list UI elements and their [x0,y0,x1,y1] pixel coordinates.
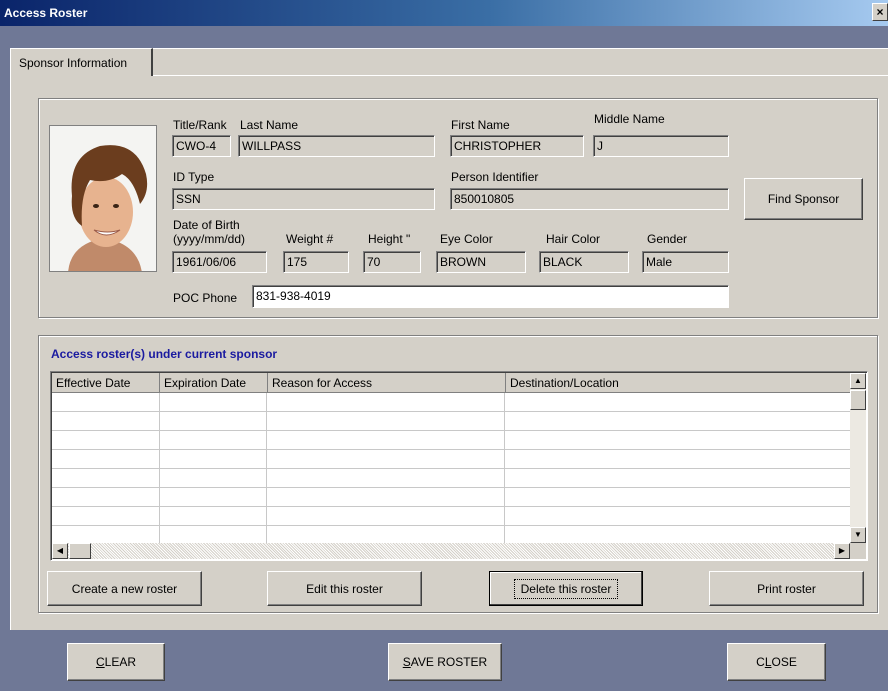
edit-roster-label: Edit this roster [306,581,383,596]
scroll-thumb-vertical[interactable] [850,390,866,410]
dob-field[interactable]: 1961/06/06 [172,251,267,273]
create-roster-label: Create a new roster [71,581,178,596]
scrollbar-corner [850,543,866,559]
dob-format-label: (yyyy/mm/dd) [173,232,245,246]
first-name-label: First Name [451,118,510,132]
create-roster-button[interactable]: Create a new roster [47,571,202,606]
table-row[interactable] [52,412,850,431]
scroll-thumb-horizontal[interactable] [69,543,91,559]
dob-label: Date of Birth [173,218,240,232]
column-header-effective-date[interactable]: Effective Date [52,373,160,393]
sponsor-photo-image [50,126,156,271]
clear-button[interactable]: CLEAR [67,643,165,681]
save-roster-button[interactable]: SAVE ROSTER [388,643,502,681]
delete-roster-label: Delete this roster [513,578,619,599]
roster-grid-rows [52,393,850,545]
last-name-label: Last Name [240,118,299,132]
sponsor-photo [49,125,157,272]
horizontal-scrollbar[interactable]: ◀ ▶ [52,543,850,559]
last-name-field[interactable]: WILLPASS [238,135,435,157]
scroll-up-icon[interactable]: ▲ [850,373,866,389]
table-row[interactable] [52,507,850,526]
column-header-expiration-date[interactable]: Expiration Date [160,373,268,393]
window-titlebar: Access Roster × [0,0,888,26]
id-type-field[interactable]: SSN [172,188,435,210]
weight-field[interactable]: 175 [283,251,349,273]
window-title: Access Roster [4,6,88,20]
print-roster-label: Print roster [757,581,816,596]
find-sponsor-label: Find Sponsor [767,192,840,206]
eye-color-label: Eye Color [440,232,493,246]
delete-roster-button[interactable]: Delete this roster [489,571,643,606]
hair-color-field[interactable]: BLACK [539,251,629,273]
height-label: Height " [368,232,411,246]
roster-grid-header: Effective Date Expiration Date Reason fo… [52,373,852,393]
close-window-icon[interactable]: × [872,3,888,21]
scroll-down-icon[interactable]: ▼ [850,527,866,543]
id-type-label: ID Type [173,170,215,184]
middle-name-field[interactable]: J [593,135,729,157]
column-header-reason[interactable]: Reason for Access [268,373,506,393]
table-row[interactable] [52,488,850,507]
tab-sponsor-information[interactable]: Sponsor Information [10,48,153,76]
edit-roster-button[interactable]: Edit this roster [267,571,422,606]
vertical-scrollbar[interactable]: ▲ ▼ [850,373,866,543]
poc-phone-input[interactable]: 831-938-4019 [252,285,729,308]
close-label: CLOSE [756,655,797,669]
column-header-destination[interactable]: Destination/Location [506,373,852,393]
find-sponsor-button[interactable]: Find Sponsor [744,178,863,220]
gender-label: Gender [647,232,688,246]
tab-label: Sponsor Information [19,55,128,70]
hair-color-label: Hair Color [546,232,601,246]
clear-label: CLEAR [95,655,137,669]
table-row[interactable] [52,431,850,450]
title-rank-label: Title/Rank [173,118,227,132]
person-identifier-label: Person Identifier [451,170,539,184]
height-field[interactable]: 70 [363,251,421,273]
table-row[interactable] [52,450,850,469]
middle-name-label: Middle Name [594,112,665,126]
print-roster-button[interactable]: Print roster [709,571,864,606]
roster-section-title: Access roster(s) under current sponsor [51,347,278,361]
roster-grid[interactable]: Effective Date Expiration Date Reason fo… [50,371,868,561]
title-rank-field[interactable]: CWO-4 [172,135,231,157]
scroll-left-icon[interactable]: ◀ [52,543,68,559]
gender-field[interactable]: Male [642,251,729,273]
close-button[interactable]: CLOSE [727,643,826,681]
scroll-right-icon[interactable]: ▶ [834,543,850,559]
eye-color-field[interactable]: BROWN [436,251,526,273]
person-identifier-field[interactable]: 850010805 [450,188,729,210]
save-roster-label: SAVE ROSTER [402,655,488,669]
poc-phone-label: POC Phone [173,291,238,305]
table-row[interactable] [52,393,850,412]
weight-label: Weight # [286,232,334,246]
first-name-field[interactable]: CHRISTOPHER [450,135,584,157]
table-row[interactable] [52,469,850,488]
